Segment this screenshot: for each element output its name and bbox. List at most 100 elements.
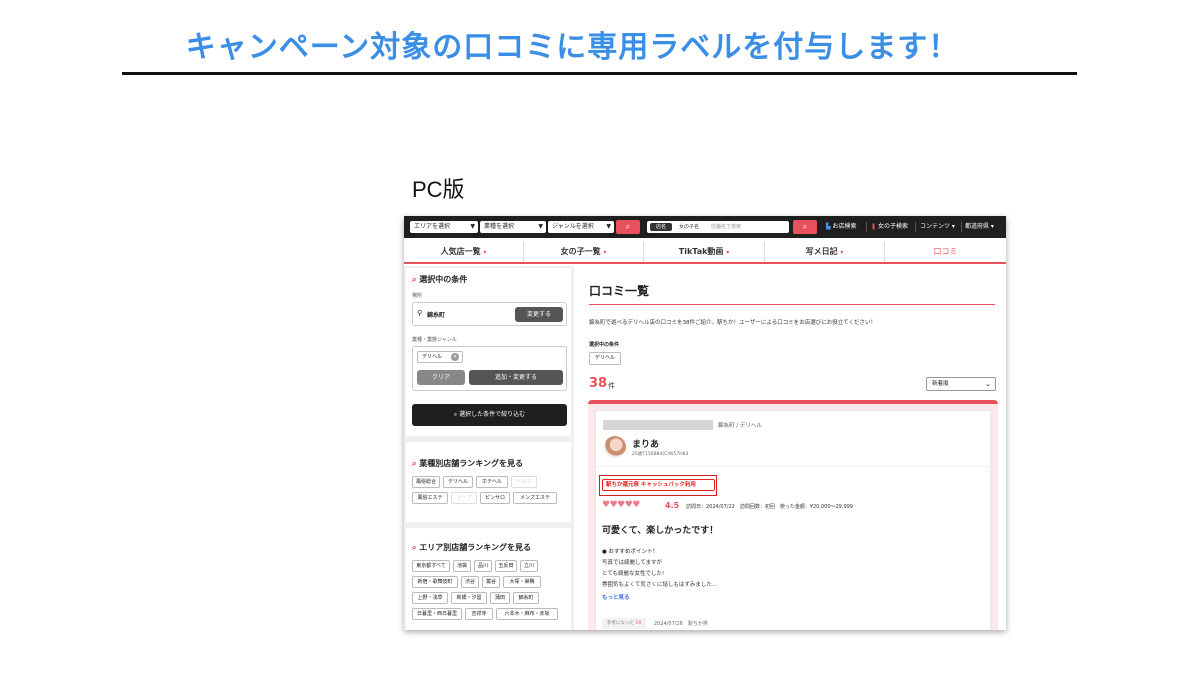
- prefecture-menu[interactable]: 都道府県 ▾: [965, 216, 994, 238]
- genre-select[interactable]: ジャンルを選択 ▼: [548, 221, 614, 233]
- area-select[interactable]: エリアを選択 ▼: [410, 221, 478, 233]
- contents-menu[interactable]: コンテンツ ▾: [920, 216, 955, 238]
- add-change-button[interactable]: 追加・変更する: [469, 370, 563, 385]
- industry-chip[interactable]: メンズエステ: [513, 492, 557, 504]
- search-icon: ⌕: [453, 411, 458, 418]
- conditions-title: ⌕ 選択中の条件: [412, 275, 468, 284]
- tab-girls[interactable]: 女の子一覧 ▾: [524, 242, 644, 262]
- area-ranking-panel: ⌕ エリア別店舗ランキングを見る 東京都すべて 池袋 品川 五反田 立川 新宿・…: [406, 528, 571, 630]
- content-tabs: 人気店一覧 ▾ 女の子一覧 ▾ TikTak動画 ▾ 写メ日記 ▾ 口コミ: [404, 242, 1006, 264]
- industry-chip[interactable]: デリヘル: [443, 476, 473, 488]
- slide-title: キャンペーン対象の口コミに専用ラベルを付与します！: [185, 30, 960, 65]
- review-headline: 可愛くて、楽しかったです！: [602, 526, 719, 536]
- area-ranking-title: ⌕ エリア別店舗ランキングを見る: [412, 543, 532, 552]
- title-divider: [589, 304, 995, 305]
- area-chip[interactable]: 六本木・麻布・赤坂: [496, 608, 558, 620]
- search-icon: ⌕: [802, 222, 808, 231]
- version-label: PC版: [412, 177, 465, 202]
- campaign-label: 駅ちか還元祭 キャッシュバック利用: [602, 479, 715, 491]
- helpful-button[interactable]: 参考になった 19: [602, 618, 646, 629]
- industry-chip[interactable]: ピンサロ: [480, 492, 510, 504]
- review-body-line: 雰囲気もよくて気さくに話しもはずみました…: [602, 582, 718, 588]
- area-search-button[interactable]: ⌕: [616, 220, 640, 234]
- chevron-down-icon: ▼: [470, 223, 475, 230]
- industry-ranking-title: ⌕ 業種別店舗ランキングを見る: [412, 459, 524, 468]
- filter-button[interactable]: ⌕ 選択した条件で絞り込む: [412, 404, 567, 426]
- girl-profile: 25歳T156B84(C)W57H83: [632, 452, 689, 457]
- sort-select[interactable]: 新着順 ⌄: [926, 377, 996, 391]
- divider: [596, 466, 992, 467]
- slide: キャンペーン対象の口コミに専用ラベルを付与します！ PC版 エリアを選択 ▼ 業種…: [0, 0, 1200, 675]
- location-field: ⚲ 錦糸町 変更する: [412, 302, 567, 326]
- area-chip[interactable]: 錦糸町: [513, 592, 539, 604]
- area-chip[interactable]: 池袋: [453, 560, 471, 572]
- keyword-search-button[interactable]: ⌕: [793, 220, 817, 234]
- title-underline: [122, 72, 1077, 75]
- search-icon: ⌕: [412, 543, 417, 552]
- tab-reviews[interactable]: 口コミ: [885, 242, 1006, 262]
- area-chip[interactable]: 立川: [520, 560, 538, 572]
- clear-button[interactable]: クリア: [417, 370, 465, 385]
- area-chip[interactable]: 吉祥寺: [465, 608, 493, 620]
- area-chip[interactable]: 新宿・歌舞伎町: [412, 576, 458, 588]
- map-pin-icon: ⚲: [417, 309, 423, 317]
- heart-rating-icon: ♥♥♥♥♥: [602, 500, 640, 510]
- industry-chip: ソープ: [451, 492, 477, 504]
- conditions-panel: ⌕ 選択中の条件 場所 ⚲ 錦糸町 変更する 業種・業態ジャンル デリヘル × ク…: [406, 268, 571, 436]
- building-icon: ▙: [826, 223, 831, 230]
- divider: [866, 222, 867, 232]
- selected-condition-chip: デリヘル: [589, 352, 621, 365]
- avatar: [604, 436, 626, 458]
- area-chip[interactable]: 上野・浅草: [412, 592, 448, 604]
- industry-chip: ヘルス: [511, 476, 537, 488]
- page-description: 錦糸町で遊べるデリヘル店の口コミを38件ご紹介。駅ちか！ユーザーによる口コミをお…: [589, 320, 877, 326]
- industry-select[interactable]: 業種を選択 ▼: [480, 221, 546, 233]
- area-chip[interactable]: 東京都すべて: [412, 560, 450, 572]
- tab-photo-diary[interactable]: 写メ日記 ▾: [765, 242, 885, 262]
- area-chip[interactable]: 新橋・汐留: [451, 592, 487, 604]
- girl-search-link[interactable]: ❚ 女の子検索: [871, 216, 908, 238]
- review-count: 38: [589, 376, 608, 391]
- top-navigation-bar: エリアを選択 ▼ 業種を選択 ▼ ジャンルを選択 ▼ ⌕ 店名 女の子名 店舗名で検索…: [404, 216, 1006, 238]
- tab-videos[interactable]: TikTak動画 ▾: [644, 242, 765, 262]
- shop-meta: 錦糸町 / デリヘル: [718, 423, 762, 429]
- search-mode-shop[interactable]: 店名: [650, 223, 672, 231]
- industry-genre-label: 業種・業態ジャンル: [412, 337, 457, 343]
- area-chip[interactable]: 大塚・巣鴨: [503, 576, 541, 588]
- person-icon: ❚: [871, 223, 877, 230]
- place-label: 場所: [412, 293, 423, 299]
- industry-chip[interactable]: ホテヘル: [476, 476, 508, 488]
- shop-name-redacted: [603, 420, 713, 430]
- posted-meta: 2024/07/26 駅ちか男: [654, 621, 708, 627]
- industry-chip[interactable]: 風俗エステ: [412, 492, 448, 504]
- read-more-link[interactable]: もっと見る: [602, 593, 630, 601]
- area-chip[interactable]: 鶯谷: [482, 576, 500, 588]
- selected-genre-chip: デリヘル ×: [417, 351, 463, 363]
- area-chip[interactable]: 日暮里・西日暮里: [412, 608, 462, 620]
- divider: [915, 222, 916, 232]
- area-chip[interactable]: 品川: [474, 560, 492, 572]
- keyword-search-input[interactable]: 店名 女の子名 店舗名で検索: [647, 221, 789, 233]
- page-title: 口コミ一覧: [589, 284, 650, 298]
- shop-search-link[interactable]: ▙ お店検索: [826, 216, 857, 238]
- review-body-line: とても綺麗な女性でした!: [602, 571, 665, 577]
- selected-conditions-label: 選択中の条件: [589, 342, 620, 348]
- divider: [961, 222, 962, 232]
- genre-field: デリヘル × クリア 追加・変更する: [412, 346, 567, 391]
- search-placeholder: 店舗名で検索: [711, 224, 742, 230]
- search-mode-girl[interactable]: 女の子名: [675, 223, 703, 231]
- review-body-line: 写真では綺麗してますが: [602, 560, 663, 566]
- rating-score: 4.5: [665, 501, 680, 510]
- sidebar: ⌕ 選択中の条件 場所 ⚲ 錦糸町 変更する 業種・業態ジャンル デリヘル × ク…: [404, 266, 574, 630]
- area-chip[interactable]: 五反田: [495, 560, 517, 572]
- review-card[interactable]: 錦糸町 / デリヘル まりあ 25歳T156B84(C)W57H83 駅ちか還元…: [595, 410, 992, 630]
- area-chip[interactable]: 渋谷: [461, 576, 479, 588]
- remove-icon[interactable]: ×: [451, 353, 459, 361]
- search-icon: ⌕: [412, 275, 417, 284]
- change-location-button[interactable]: 変更する: [515, 307, 563, 322]
- tab-popular-shops[interactable]: 人気店一覧 ▾: [404, 242, 524, 262]
- area-chip[interactable]: 蒲田: [490, 592, 510, 604]
- search-icon: ⌕: [625, 222, 631, 231]
- industry-chip[interactable]: 風俗総合: [412, 476, 440, 488]
- girl-name[interactable]: まりあ: [632, 437, 659, 450]
